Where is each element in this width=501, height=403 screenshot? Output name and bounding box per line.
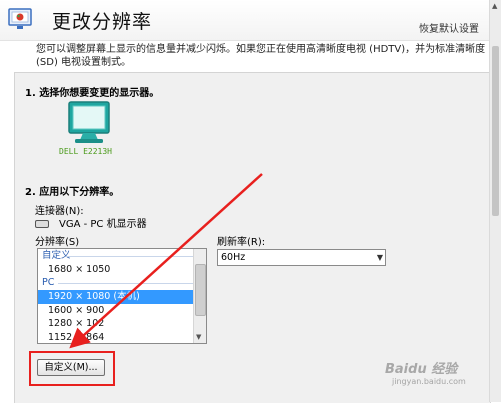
settings-panel: 1. 选择你想要变更的显示器。 DELL E2213H 2. 应用以下分辨率。 … bbox=[14, 72, 491, 403]
page-scroll-thumb[interactable] bbox=[492, 46, 499, 216]
page-title: 更改分辨率 bbox=[52, 11, 153, 33]
description-text: 您可以调整屏幕上显示的信息量并减少闪烁。如果您正在使用高清晰度电视 (HDTV)… bbox=[36, 44, 486, 68]
resolution-listbox[interactable]: 自定义 1680 × 1050 PC 1920 × 1080 (本机) 1600… bbox=[37, 248, 207, 344]
watermark-logo: Baidu 经验 bbox=[385, 362, 458, 377]
list-item-selected[interactable]: 1920 × 1080 (本机) bbox=[38, 290, 206, 304]
refresh-rate-select[interactable]: 60Hz ▼ bbox=[217, 249, 386, 266]
restore-defaults-link[interactable]: 恢复默认设置 bbox=[419, 20, 479, 35]
resolution-label: 分辨率(S) bbox=[35, 237, 80, 248]
chevron-down-icon[interactable]: ▼ bbox=[196, 333, 201, 341]
custom-resolution-button[interactable]: 自定义(M)... bbox=[37, 359, 105, 376]
watermark-url: jingyan.baidu.com bbox=[392, 377, 466, 386]
page-header: 更改分辨率 恢复默认设置 bbox=[0, 0, 489, 41]
listbox-scroll-thumb[interactable] bbox=[195, 264, 206, 316]
monitor-name: DELL E2213H bbox=[59, 147, 112, 156]
refresh-rate-label: 刷新率(R): bbox=[217, 237, 266, 248]
monitor-icon bbox=[68, 101, 110, 143]
step1-heading: 1. 选择你想要变更的显示器。 bbox=[25, 88, 160, 99]
chevron-up-icon[interactable]: ▲ bbox=[492, 2, 497, 10]
vga-connector-icon bbox=[35, 220, 49, 228]
list-group-pc: PC bbox=[38, 276, 206, 290]
list-item[interactable]: 1152 × 864 bbox=[38, 331, 206, 343]
listbox-scrollbar[interactable]: ▼ bbox=[193, 249, 206, 343]
step2-heading: 2. 应用以下分辨率。 bbox=[25, 187, 120, 198]
list-item[interactable]: 1600 × 900 bbox=[38, 304, 206, 317]
page-scrollbar[interactable]: ▲ bbox=[489, 0, 501, 402]
connector-value-text: VGA - PC 机显示器 bbox=[59, 219, 147, 230]
chevron-down-icon: ▼ bbox=[376, 253, 383, 262]
display-settings-icon bbox=[8, 8, 32, 29]
custom-button-highlight-box: 自定义(M)... bbox=[29, 351, 115, 386]
refresh-rate-value: 60Hz bbox=[221, 252, 246, 263]
list-item[interactable]: 1680 × 1050 bbox=[38, 263, 206, 276]
list-group-custom: 自定义 bbox=[38, 249, 206, 263]
control-panel-window: 更改分辨率 恢复默认设置 您可以调整屏幕上显示的信息量并减少闪烁。如果您正在使用… bbox=[0, 0, 501, 403]
list-item[interactable]: 1280 × 102 bbox=[38, 317, 206, 330]
connector-value: VGA - PC 机显示器 bbox=[35, 215, 147, 230]
